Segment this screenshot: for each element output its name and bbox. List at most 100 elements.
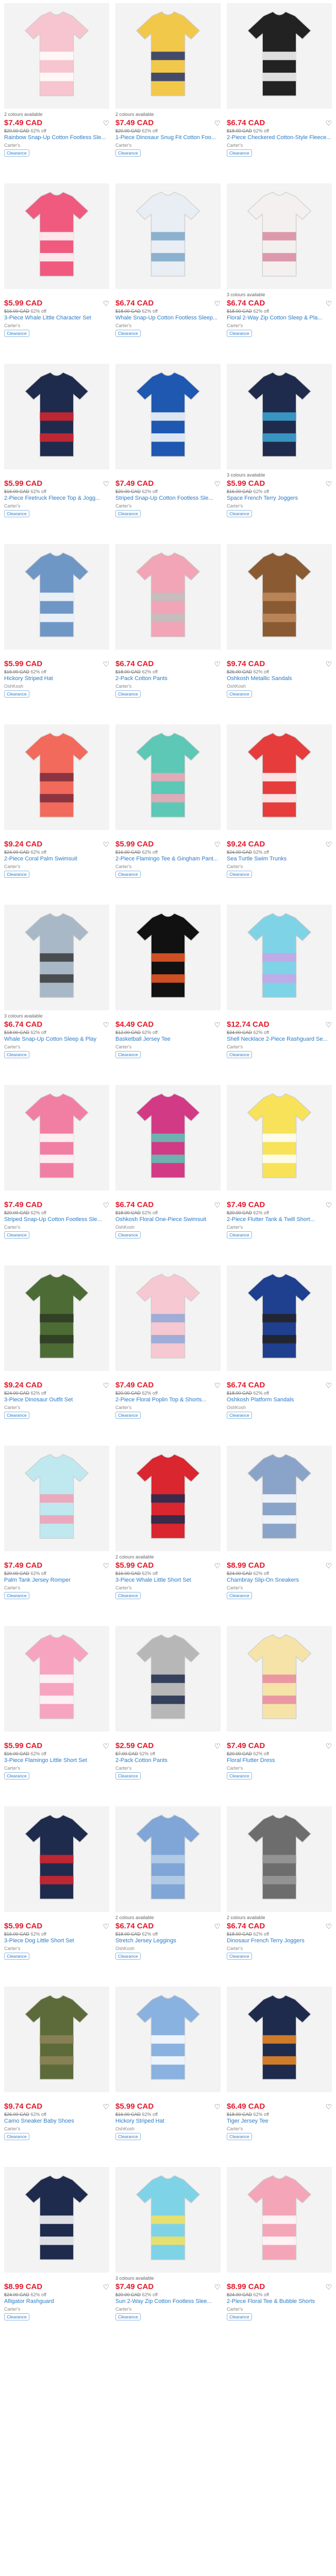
heart-icon[interactable]: ♡: [103, 660, 109, 668]
product-image[interactable]: [227, 1626, 332, 1732]
product-card[interactable]: $9.24 CAD ♡ $24.00 CAD 62% off Sea Turtle S…: [227, 721, 332, 902]
product-title-link[interactable]: Floral Flutter Dress: [227, 1757, 332, 1765]
heart-icon[interactable]: ♡: [325, 300, 332, 307]
product-title-link[interactable]: Oshkosh Platform Sandals: [227, 1397, 332, 1404]
product-image[interactable]: [4, 364, 109, 469]
product-image[interactable]: [4, 2167, 109, 2273]
heart-icon[interactable]: ♡: [214, 1742, 221, 1750]
heart-icon[interactable]: ♡: [214, 1923, 221, 1930]
heart-icon[interactable]: ♡: [325, 2103, 332, 2110]
product-card[interactable]: $6.74 CAD ♡ $18.00 CAD 62% off 2-Pack Cotto…: [115, 541, 221, 721]
product-card[interactable]: 3 colours available $6.74 CAD ♡ $18.00 CAD …: [4, 902, 109, 1082]
product-image[interactable]: [227, 544, 332, 650]
product-title-link[interactable]: 2-Pack Cotton Pants: [115, 675, 221, 683]
product-image[interactable]: [115, 544, 221, 650]
product-title-link[interactable]: Chambray Slip-On Sneakers: [227, 1577, 332, 1584]
product-title-link[interactable]: Rainbow Snap-Up Cotton Footless Sle...: [4, 134, 109, 142]
product-image[interactable]: [227, 3, 332, 109]
product-card[interactable]: 2 colours available $5.99 CAD ♡ $16.00 CAD …: [115, 1443, 221, 1623]
heart-icon[interactable]: ♡: [325, 660, 332, 668]
product-image[interactable]: [4, 1987, 109, 2092]
product-card[interactable]: $6.74 CAD ♡ $18.00 CAD 62% off Oshkosh Plat…: [227, 1262, 332, 1443]
product-card[interactable]: $7.49 CAD ♡ $20.00 CAD 62% off Striped Snap…: [115, 361, 221, 541]
product-title-link[interactable]: Hickory Striped Hat: [115, 2118, 221, 2125]
product-title-link[interactable]: 3-Piece Flamingo Little Short Set: [4, 1757, 109, 1765]
product-card[interactable]: $9.74 CAD ♡ $26.00 CAD 62% off Oshkosh Meta…: [227, 541, 332, 721]
product-card[interactable]: $4.49 CAD ♡ $12.00 CAD 62% off Basketball J…: [115, 902, 221, 1082]
heart-icon[interactable]: ♡: [214, 2103, 221, 2110]
product-title-link[interactable]: 2-Piece Coral Palm Swimsuit: [4, 856, 109, 863]
product-card[interactable]: 2 colours available $7.49 CAD ♡ $20.00 CAD …: [4, 0, 109, 180]
product-title-link[interactable]: Floral 2-Way Zip Cotton Sleep & Pla...: [227, 315, 332, 322]
product-image[interactable]: [4, 1265, 109, 1371]
product-card[interactable]: 2 colours available $6.74 CAD ♡ $18.00 CAD …: [115, 1803, 221, 1984]
product-image[interactable]: [4, 1446, 109, 1551]
heart-icon[interactable]: ♡: [103, 1021, 109, 1028]
heart-icon[interactable]: ♡: [103, 1742, 109, 1750]
heart-icon[interactable]: ♡: [103, 1923, 109, 1930]
product-card[interactable]: $5.99 CAD ♡ $16.00 CAD 62% off 3-Piece Whal…: [4, 180, 109, 361]
product-title-link[interactable]: Oshkosh Floral One-Piece Swimsuit: [115, 1216, 221, 1224]
heart-icon[interactable]: ♡: [214, 2283, 221, 2291]
heart-icon[interactable]: ♡: [325, 1021, 332, 1028]
product-image[interactable]: [115, 724, 221, 830]
product-image[interactable]: [115, 1987, 221, 2092]
heart-icon[interactable]: ♡: [325, 1923, 332, 1930]
product-title-link[interactable]: Sun 2-Way Zip Cotton Footless Slee...: [115, 2298, 221, 2306]
heart-icon[interactable]: ♡: [214, 120, 221, 127]
product-image[interactable]: [115, 1085, 221, 1191]
product-image[interactable]: [227, 364, 332, 469]
product-image[interactable]: [4, 905, 109, 1010]
product-card[interactable]: 3 colours available $7.49 CAD ♡ $20.00 CAD …: [115, 2164, 221, 2344]
product-card[interactable]: $7.49 CAD ♡ $20.00 CAD 62% off Striped Snap…: [4, 1082, 109, 1262]
product-title-link[interactable]: Striped Snap-Up Cotton Footless Sle...: [115, 495, 221, 502]
heart-icon[interactable]: ♡: [325, 1382, 332, 1389]
product-image[interactable]: [115, 1446, 221, 1551]
product-title-link[interactable]: Oshkosh Metallic Sandals: [227, 675, 332, 683]
heart-icon[interactable]: ♡: [214, 660, 221, 668]
product-card[interactable]: $7.49 CAD ♡ $20.00 CAD 62% off Palm Tank Je…: [4, 1443, 109, 1623]
product-card[interactable]: 3 colours available $6.74 CAD ♡ $18.00 CAD …: [227, 180, 332, 361]
product-card[interactable]: $6.74 CAD ♡ $18.00 CAD 62% off Whale Snap-U…: [115, 180, 221, 361]
product-title-link[interactable]: 3-Piece Whale Little Character Set: [4, 315, 109, 322]
heart-icon[interactable]: ♡: [103, 1562, 109, 1569]
product-card[interactable]: $8.99 CAD ♡ $24.00 CAD 62% off Chambray Sli…: [227, 1443, 332, 1623]
product-title-link[interactable]: Whale Snap-Up Cotton Sleep & Play: [4, 1036, 109, 1043]
product-image[interactable]: [227, 724, 332, 830]
product-card[interactable]: 2 colours available $6.74 CAD ♡ $18.00 CAD …: [227, 1803, 332, 1984]
product-image[interactable]: [227, 1987, 332, 2092]
product-image[interactable]: [4, 1085, 109, 1191]
product-image[interactable]: [227, 1085, 332, 1191]
product-image[interactable]: [115, 2167, 221, 2273]
heart-icon[interactable]: ♡: [214, 1201, 221, 1209]
heart-icon[interactable]: ♡: [325, 120, 332, 127]
product-card[interactable]: $7.49 CAD ♡ $20.00 CAD 62% off 2-Piece Flut…: [227, 1082, 332, 1262]
product-title-link[interactable]: 3-Piece Dog Little Short Set: [4, 1938, 109, 1945]
product-title-link[interactable]: 3-Piece Dinosaur Outfit Set: [4, 1397, 109, 1404]
product-card[interactable]: $6.49 CAD ♡ $18.00 CAD 62% off Tiger Jersey…: [227, 1984, 332, 2164]
product-card[interactable]: $8.99 CAD ♡ $24.00 CAD 62% off 2-Piece Flor…: [227, 2164, 332, 2344]
product-card[interactable]: $8.99 CAD ♡ $24.00 CAD 62% off Alligator Ra…: [4, 2164, 109, 2344]
product-card[interactable]: $6.74 CAD ♡ $18.00 CAD 62% off Oshkosh Flor…: [115, 1082, 221, 1262]
product-card[interactable]: 2 colours available $7.49 CAD ♡ $20.00 CAD …: [115, 0, 221, 180]
product-card[interactable]: $9.24 CAD ♡ $24.00 CAD 62% off 3-Piece Dino…: [4, 1262, 109, 1443]
product-title-link[interactable]: Alligator Rashguard: [4, 2298, 109, 2306]
product-title-link[interactable]: 1-Piece Dinosaur Snug Fit Cotton Foo...: [115, 134, 221, 142]
product-image[interactable]: [115, 1626, 221, 1732]
product-image[interactable]: [227, 183, 332, 289]
product-image[interactable]: [227, 1446, 332, 1551]
product-card[interactable]: $9.24 CAD ♡ $24.00 CAD 62% off 2-Piece Cora…: [4, 721, 109, 902]
product-image[interactable]: [115, 1806, 221, 1912]
product-title-link[interactable]: Striped Snap-Up Cotton Footless Sle...: [4, 1216, 109, 1224]
heart-icon[interactable]: ♡: [325, 841, 332, 848]
product-title-link[interactable]: Whale Snap-Up Cotton Footless Sleep...: [115, 315, 221, 322]
product-card[interactable]: $5.99 CAD ♡ $16.00 CAD 62% off 3-Piece Dog …: [4, 1803, 109, 1984]
heart-icon[interactable]: ♡: [103, 841, 109, 848]
heart-icon[interactable]: ♡: [214, 1021, 221, 1028]
product-card[interactable]: $9.74 CAD ♡ $26.00 CAD 62% off Camo Sneaker…: [4, 1984, 109, 2164]
product-title-link[interactable]: Tiger Jersey Tee: [227, 2118, 332, 2125]
product-image[interactable]: [115, 905, 221, 1010]
product-image[interactable]: [227, 2167, 332, 2273]
product-image[interactable]: [115, 183, 221, 289]
product-image[interactable]: [227, 1265, 332, 1371]
